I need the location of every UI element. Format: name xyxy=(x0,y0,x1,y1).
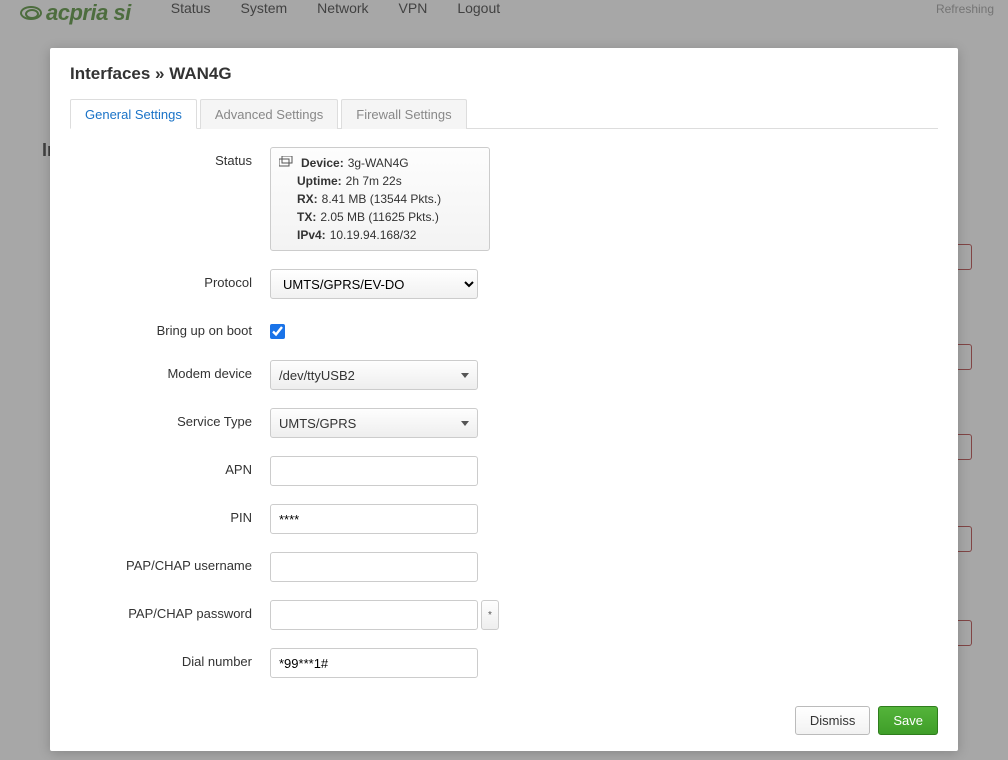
tab-advanced-settings[interactable]: Advanced Settings xyxy=(200,99,338,129)
label-pap-pass: PAP/CHAP password xyxy=(70,600,270,621)
pin-input[interactable] xyxy=(270,504,478,534)
protocol-select[interactable]: UMTS/GPRS/EV-DO xyxy=(270,269,478,299)
row-dial-number: Dial number xyxy=(70,648,938,678)
modal-tabs: General Settings Advanced Settings Firew… xyxy=(70,98,938,129)
status-ipv4-value: 10.19.94.168/32 xyxy=(330,226,417,244)
bring-up-checkbox[interactable] xyxy=(270,324,285,339)
status-ipv4-label: IPv4: xyxy=(297,226,326,244)
row-apn: APN xyxy=(70,456,938,486)
label-dial: Dial number xyxy=(70,648,270,669)
status-rx-value: 8.41 MB (13544 Pkts.) xyxy=(322,190,441,208)
modem-device-combo[interactable]: /dev/ttyUSB2 xyxy=(270,360,478,390)
pap-password-input[interactable] xyxy=(270,600,478,630)
row-service-type: Service Type UMTS/GPRS xyxy=(70,408,938,438)
label-apn: APN xyxy=(70,456,270,477)
save-button[interactable]: Save xyxy=(878,706,938,735)
status-box: Device: 3g-WAN4G Uptime: 2h 7m 22s RX: 8… xyxy=(270,147,490,251)
tab-firewall-settings[interactable]: Firewall Settings xyxy=(341,99,466,129)
status-device-label: Device: xyxy=(301,154,344,172)
password-reveal-button[interactable]: * xyxy=(481,600,499,630)
status-tx-label: TX: xyxy=(297,208,316,226)
chevron-down-icon xyxy=(461,421,469,426)
tab-general-settings[interactable]: General Settings xyxy=(70,99,197,129)
label-bring-up: Bring up on boot xyxy=(70,317,270,338)
status-device-value: 3g-WAN4G xyxy=(348,154,409,172)
status-tx-value: 2.05 MB (11625 Pkts.) xyxy=(320,208,439,226)
status-uptime-value: 2h 7m 22s xyxy=(346,172,402,190)
row-status: Status Device: 3g-WAN4G Uptime: 2h 7m 22… xyxy=(70,147,938,251)
status-uptime-label: Uptime: xyxy=(297,172,342,190)
status-rx-label: RX: xyxy=(297,190,318,208)
modem-device-value: /dev/ttyUSB2 xyxy=(279,368,355,383)
dial-number-input[interactable] xyxy=(270,648,478,678)
row-modem-device: Modem device /dev/ttyUSB2 xyxy=(70,360,938,390)
label-service: Service Type xyxy=(70,408,270,429)
modal-title: Interfaces » WAN4G xyxy=(70,64,938,84)
row-bring-up: Bring up on boot xyxy=(70,317,938,342)
apn-input[interactable] xyxy=(270,456,478,486)
network-icon xyxy=(279,156,293,168)
label-protocol: Protocol xyxy=(70,269,270,290)
dismiss-button[interactable]: Dismiss xyxy=(795,706,871,735)
label-pin: PIN xyxy=(70,504,270,525)
label-modem: Modem device xyxy=(70,360,270,381)
service-type-value: UMTS/GPRS xyxy=(279,416,356,431)
service-type-combo[interactable]: UMTS/GPRS xyxy=(270,408,478,438)
row-pap-username: PAP/CHAP username xyxy=(70,552,938,582)
label-pap-user: PAP/CHAP username xyxy=(70,552,270,573)
modal-footer: Dismiss Save xyxy=(70,706,938,735)
pap-username-input[interactable] xyxy=(270,552,478,582)
label-status: Status xyxy=(70,147,270,168)
row-protocol: Protocol UMTS/GPRS/EV-DO xyxy=(70,269,938,299)
chevron-down-icon xyxy=(461,373,469,378)
row-pap-password: PAP/CHAP password * xyxy=(70,600,938,630)
interface-edit-modal: Interfaces » WAN4G General Settings Adva… xyxy=(50,48,958,751)
row-pin: PIN xyxy=(70,504,938,534)
